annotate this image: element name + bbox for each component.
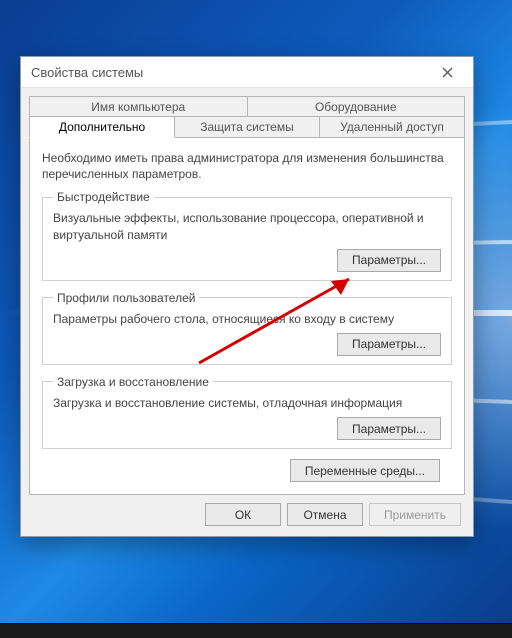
startup-recovery-settings-button[interactable]: Параметры...	[337, 417, 441, 440]
tab-system-protection[interactable]: Защита системы	[174, 116, 320, 137]
ok-button[interactable]: ОК	[205, 503, 281, 526]
taskbar[interactable]	[0, 623, 512, 638]
group-startup-recovery: Загрузка и восстановление Загрузка и вос…	[42, 375, 452, 449]
tab-hardware[interactable]: Оборудование	[247, 96, 466, 117]
admin-rights-note: Необходимо иметь права администратора дл…	[42, 150, 452, 182]
tab-page-advanced: Необходимо иметь права администратора дл…	[29, 137, 465, 495]
dialog-button-row: ОК Отмена Применить	[29, 495, 465, 526]
tab-advanced[interactable]: Дополнительно	[29, 116, 175, 138]
group-user-profiles-legend: Профили пользователей	[53, 291, 199, 305]
user-profiles-settings-button[interactable]: Параметры...	[337, 333, 441, 356]
group-performance-desc: Визуальные эффекты, использование процес…	[53, 210, 441, 242]
group-performance-legend: Быстродействие	[53, 190, 154, 204]
titlebar[interactable]: Свойства системы	[21, 57, 473, 88]
window-body: Имя компьютера Оборудование Дополнительн…	[21, 88, 473, 536]
tab-computer-name[interactable]: Имя компьютера	[29, 96, 248, 117]
system-properties-window: Свойства системы Имя компьютера Оборудов…	[20, 56, 474, 537]
tab-control: Имя компьютера Оборудование Дополнительн…	[29, 96, 465, 495]
environment-variables-button[interactable]: Переменные среды...	[290, 459, 440, 482]
apply-button[interactable]: Применить	[369, 503, 461, 526]
group-user-profiles: Профили пользователей Параметры рабочего…	[42, 291, 452, 365]
group-performance: Быстродействие Визуальные эффекты, испол…	[42, 190, 452, 280]
group-startup-recovery-legend: Загрузка и восстановление	[53, 375, 213, 389]
window-title: Свойства системы	[31, 65, 143, 80]
performance-settings-button[interactable]: Параметры...	[337, 249, 441, 272]
close-icon[interactable]	[425, 58, 469, 86]
cancel-button[interactable]: Отмена	[287, 503, 363, 526]
group-user-profiles-desc: Параметры рабочего стола, относящиеся ко…	[53, 311, 441, 327]
tab-remote[interactable]: Удаленный доступ	[319, 116, 465, 137]
group-startup-recovery-desc: Загрузка и восстановление системы, отлад…	[53, 395, 441, 411]
desktop-wallpaper: Свойства системы Имя компьютера Оборудов…	[0, 0, 512, 638]
